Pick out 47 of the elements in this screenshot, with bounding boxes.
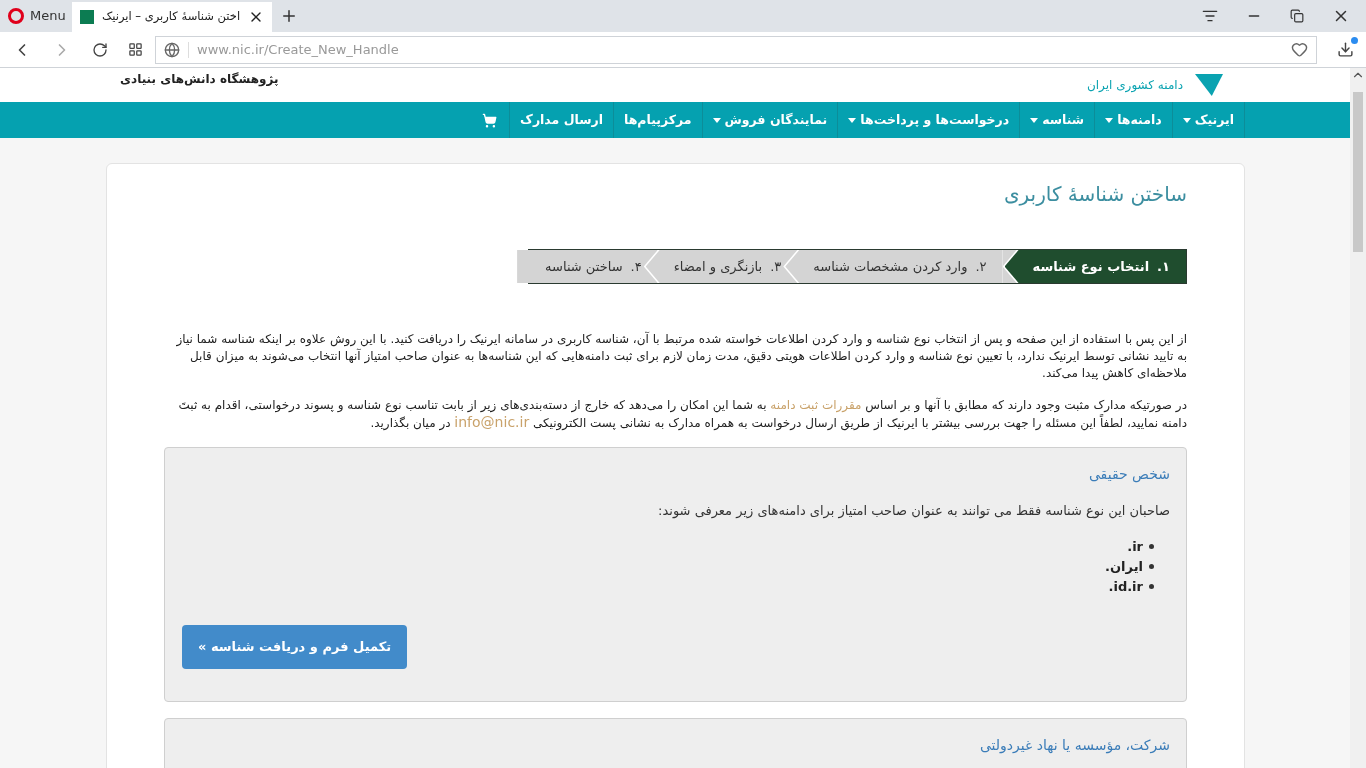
caret-icon — [712, 117, 721, 123]
nav-item[interactable]: ارسال مدارک — [509, 102, 613, 138]
nav-item[interactable]: درخواست‌ها و پرداخت‌ها — [837, 102, 1020, 138]
caret-icon — [848, 117, 857, 123]
rules-link[interactable]: مقررات ثبت دامنه — [770, 398, 862, 412]
opera-logo-icon — [8, 8, 24, 24]
caret-icon — [1182, 117, 1191, 123]
step-tab[interactable]: ۲. وارد کردن مشخصات شناسه — [785, 250, 1003, 283]
domain-suffix: .id.ir — [1108, 577, 1143, 596]
step-tab[interactable]: ۳. بازنگری و امضاء — [645, 250, 798, 283]
bullet-icon — [1149, 584, 1154, 589]
domain-suffix: .ایران — [1105, 557, 1143, 576]
intro-paragraph: از این پس با استفاده از این صفحه و پس از انتخاب نوع شناسه و وارد کردن اطلاعات خواسته شده مرتبط با آن، شناسه کاربری در سامانه ایرنیک را دریافت کنید. با این روش علاوه بر اینکه شناسه شما نیاز به تایید نشانی توسط ایرنیک ندارد، با تعیین نوع شناسه و وارد کردن اطلاعات هویتی دقیق، مدت زمان لازم برای ثبت دامنه‌هایی که این شناسه‌ها به عنوان صاحب امتیاز آنها انتخاب می‌شوند به میزان قابل ملاحظه‌ای کاهش پیدا می‌کند. — [175, 331, 1187, 382]
site-favicon-icon — [80, 10, 94, 24]
get-handle-button[interactable]: تکمیل فرم و دریافت شناسه » — [182, 624, 408, 669]
card-description: صاحبان این نوع شناسه فقط می توانند به عنوان صاحب امتیاز برای دامنه‌های زیر معرفی شوند: — [657, 502, 1170, 521]
caret-icon — [1105, 117, 1114, 123]
email-link[interactable]: info@nic.ir — [454, 414, 530, 430]
step-tab[interactable]: ۱. انتخاب نوع شناسه — [1004, 250, 1186, 283]
globe-icon — [164, 41, 180, 58]
step-tab[interactable]: ۴. ساختن شناسه — [517, 250, 658, 283]
menu-button[interactable]: Menu — [0, 0, 72, 32]
card-title: شخص حقیقی — [1087, 465, 1170, 485]
institute-name: پژوهشگاه دانش‌های بنیادی — [120, 71, 279, 88]
card-title: شرکت، مؤسسه یا نهاد غیردولتی — [978, 735, 1170, 756]
page-title: ساختن شناسهٔ کاربری — [1002, 181, 1187, 208]
bookmark-heart-icon[interactable] — [1291, 41, 1308, 58]
tab-menu-icon[interactable] — [1202, 8, 1218, 24]
nav-item[interactable]: نمایندگان فروش — [701, 102, 838, 138]
caret-icon — [1030, 117, 1039, 123]
nav-item[interactable]: دامنه‌ها — [1094, 102, 1172, 138]
browser-tab[interactable]: اختن شناسهٔ کاربری – ایرنیک — [72, 2, 273, 32]
domain-suffix: .ir — [1127, 537, 1143, 556]
bullet-icon — [1149, 544, 1154, 549]
bullet-icon — [1149, 564, 1154, 569]
url-text: www.nic.ir/Create_New_Handle — [197, 40, 399, 59]
reload-icon[interactable] — [92, 41, 108, 58]
nav-item[interactable]: ایرنیک — [1171, 102, 1244, 138]
scrollbar[interactable] — [1350, 68, 1366, 768]
cart-icon — [482, 112, 498, 128]
scroll-thumb[interactable] — [1353, 92, 1363, 252]
speed-dial-icon[interactable] — [128, 42, 143, 57]
nav-item[interactable]: مرکزپیام‌ها — [613, 102, 702, 138]
address-bar[interactable]: www.nic.ir/Create_New_Handle — [155, 35, 1317, 64]
logo-text: دامنه کشوری ایران — [1086, 77, 1183, 94]
nav-item[interactable]: شناسه — [1019, 102, 1095, 138]
restore-icon[interactable] — [1290, 9, 1304, 23]
